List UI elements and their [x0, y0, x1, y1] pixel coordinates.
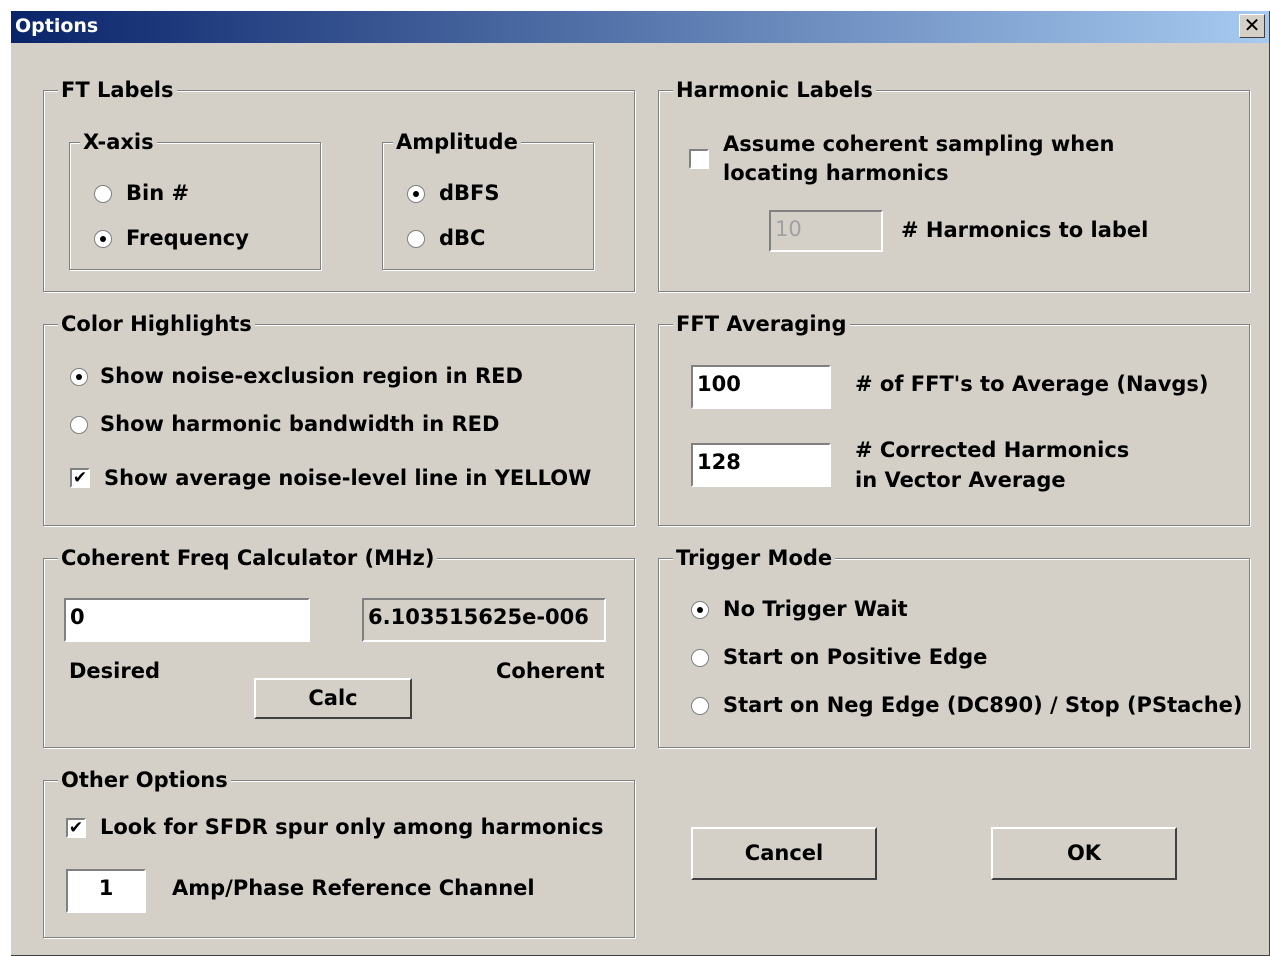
ft-labels-group: FT Labels X-axis Bin # Frequency Amplitu… [43, 77, 635, 292]
bin-radio[interactable] [94, 185, 112, 203]
amplitude-group: Amplitude dBFS dBC [382, 129, 594, 270]
neg-edge-radio[interactable] [691, 697, 709, 715]
harmonic-bw-radio[interactable] [70, 416, 88, 434]
frequency-radio[interactable] [94, 230, 112, 248]
other-options-group: Other Options ✔ Look for SFDR spur only … [43, 767, 635, 938]
coherent-label: Coherent [496, 659, 605, 683]
desired-label: Desired [69, 659, 161, 683]
corrected-harmonics-label-2: in Vector Average [855, 468, 1066, 492]
color-highlights-group: Color Highlights Show noise-exclusion re… [43, 311, 635, 526]
x-axis-group: X-axis Bin # Frequency [69, 129, 321, 270]
no-trigger-label[interactable]: No Trigger Wait [723, 595, 908, 623]
coherent-calc-legend: Coherent Freq Calculator (MHz) [58, 545, 438, 571]
ft-labels-legend: FT Labels [58, 77, 177, 103]
corrected-harmonics-input[interactable]: 128 [691, 443, 831, 487]
options-dialog: Options ✕ FT Labels X-axis Bin # Frequen… [10, 10, 1269, 955]
navgs-label: # of FFT's to Average (Navgs) [855, 372, 1209, 396]
positive-edge-radio[interactable] [691, 649, 709, 667]
color-highlights-legend: Color Highlights [58, 311, 255, 337]
ok-button[interactable]: OK [991, 827, 1177, 880]
coherent-calc-group: Coherent Freq Calculator (MHz) 0 6.10351… [43, 545, 635, 748]
amplitude-legend: Amplitude [393, 129, 521, 155]
sfdr-checkbox[interactable]: ✔ [66, 818, 86, 838]
fft-averaging-legend: FFT Averaging [673, 311, 850, 337]
coherent-freq-output: 6.103515625e-006 [362, 598, 606, 642]
harmonic-labels-group: Harmonic Labels Assume coherent sampling… [658, 77, 1250, 292]
positive-edge-label[interactable]: Start on Positive Edge [723, 643, 987, 671]
neg-edge-label[interactable]: Start on Neg Edge (DC890) / Stop (PStach… [723, 691, 1243, 719]
reference-channel-label: Amp/Phase Reference Channel [172, 876, 535, 900]
reference-channel-input[interactable]: 1 [66, 869, 146, 913]
avg-line-checkbox[interactable]: ✔ [70, 468, 90, 488]
avg-line-label[interactable]: Show average noise-level line in YELLOW [104, 464, 591, 492]
coherent-sampling-label-1[interactable]: Assume coherent sampling when [723, 130, 1114, 158]
calc-button[interactable]: Calc [254, 678, 412, 719]
harmonics-count-label: # Harmonics to label [901, 218, 1149, 242]
harmonics-count-field: 10 [769, 210, 883, 252]
navgs-input[interactable]: 100 [691, 365, 831, 409]
cancel-button[interactable]: Cancel [691, 827, 877, 880]
dbc-label[interactable]: dBC [439, 224, 485, 252]
trigger-mode-legend: Trigger Mode [673, 545, 836, 571]
dbc-radio[interactable] [407, 230, 425, 248]
fft-averaging-group: FFT Averaging 100 # of FFT's to Average … [658, 311, 1250, 526]
title-bar[interactable]: Options ✕ [11, 11, 1269, 43]
coherent-sampling-label-2[interactable]: locating harmonics [723, 159, 949, 187]
coherent-sampling-checkbox[interactable] [689, 149, 709, 169]
noise-region-label[interactable]: Show noise-exclusion region in RED [100, 362, 523, 390]
sfdr-label[interactable]: Look for SFDR spur only among harmonics [100, 813, 604, 841]
corrected-harmonics-label-1: # Corrected Harmonics [855, 438, 1130, 462]
harmonic-labels-legend: Harmonic Labels [673, 77, 876, 103]
desired-freq-input[interactable]: 0 [64, 598, 310, 642]
close-icon[interactable]: ✕ [1239, 14, 1265, 38]
noise-region-radio[interactable] [70, 368, 88, 386]
window-title: Options [15, 15, 99, 37]
frequency-label[interactable]: Frequency [126, 224, 249, 252]
no-trigger-radio[interactable] [691, 601, 709, 619]
harmonic-bw-label[interactable]: Show harmonic bandwidth in RED [100, 410, 499, 438]
dbfs-label[interactable]: dBFS [439, 179, 500, 207]
bin-label[interactable]: Bin # [126, 179, 189, 207]
dbfs-radio[interactable] [407, 185, 425, 203]
trigger-mode-group: Trigger Mode No Trigger Wait Start on Po… [658, 545, 1250, 748]
x-axis-legend: X-axis [80, 129, 157, 155]
other-options-legend: Other Options [58, 767, 231, 793]
